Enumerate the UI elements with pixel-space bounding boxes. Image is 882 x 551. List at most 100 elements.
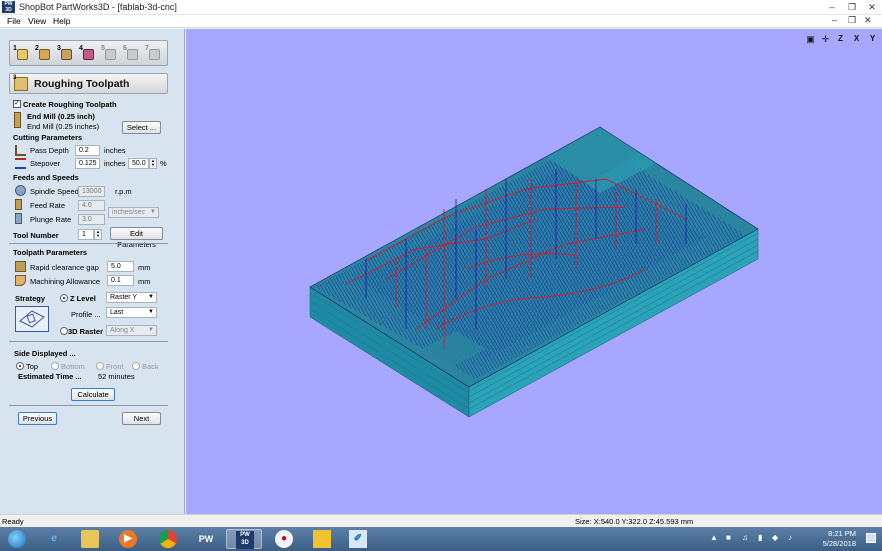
feed-rate-field[interactable]: 4.0 [78,200,105,211]
machining-allowance-field[interactable]: 0.1 [107,275,134,286]
tray-network-icon[interactable]: ▲ [710,533,718,542]
taskbar-explorer[interactable] [72,529,108,549]
paint-brush-icon: ✐ [349,530,367,548]
strategy-preview-icon [15,306,49,332]
stepover-spinner[interactable]: ▲ ▼ [149,158,157,169]
view-x-icon[interactable]: X [851,33,862,45]
menu-help[interactable]: Help [53,16,70,26]
view-iso-icon[interactable]: ✛ [820,33,831,45]
percent-sign: % [160,159,167,168]
rate-unit-select[interactable]: inches/sec ▼ [108,207,159,218]
doc-minimize-icon[interactable]: – [832,15,837,25]
toolpath-panel: 1 2 3 4 5 6 7 3 Roughing Toolpath ✓ Crea… [0,29,185,514]
section-heading: 3 Roughing Toolpath [9,73,168,94]
taskbar-paint-brush[interactable]: ✐ [340,529,376,549]
divider [9,405,168,406]
side-front-label: Front [106,362,124,371]
view-z-icon[interactable]: Z [835,33,846,45]
side-top-radio[interactable] [16,362,24,370]
side-front-radio[interactable] [96,362,104,370]
spindle-icon [15,185,26,196]
zoom-fit-icon[interactable]: ▣ [805,33,816,45]
divider [9,243,168,244]
tool-number-field[interactable]: 1 [78,229,94,240]
rapid-clearance-field[interactable]: 5.0 [107,261,134,272]
minimize-icon[interactable]: – [826,0,838,15]
taskbar-media-player[interactable]: ▶ [110,529,146,549]
create-roughing-checkbox[interactable]: ✓ [13,100,21,108]
tool-name: End Mill (0.25 inch) [27,112,95,121]
stepover-field[interactable]: 0.125 [75,158,100,169]
plunge-rate-label: Plunge Rate [30,215,72,224]
profile-select[interactable]: Last ▼ [106,307,157,318]
tray-volume-icon[interactable]: ♫ [742,533,748,542]
step-3-icon[interactable]: 3 [57,45,74,62]
zlevel-radio[interactable] [60,294,68,302]
chrome-icon [159,530,177,548]
start-button[interactable] [2,529,32,549]
edit-parameters-button[interactable]: Edit Parameters [110,227,163,249]
menu-view[interactable]: View [28,16,46,26]
tray-shield-icon[interactable]: ■ [726,533,731,542]
3d-raster-radio[interactable] [60,327,68,335]
spindle-speed-field[interactable]: 13000 [78,186,105,197]
rapid-clearance-unit: mm [138,263,151,272]
machining-allowance-label: Machining Allowance [30,277,101,286]
end-mill-icon [14,112,21,128]
estimated-time-value: 52 minutes [98,372,135,381]
notification-icon[interactable] [866,533,876,543]
menu-file[interactable]: File [7,16,21,26]
stepover-unit: inches [104,159,126,168]
start-icon [8,530,26,548]
taskbar-pw3d[interactable]: PW 3D [226,529,262,549]
pass-depth-unit: inches [104,146,126,155]
taskbar-shopbot[interactable] [304,529,340,549]
feeds-speeds-heading: Feeds and Speeds [13,173,79,182]
taskbar-pw[interactable]: PW [188,529,224,549]
step-5-icon[interactable]: 5 [101,45,118,62]
pass-depth-label: Pass Depth [30,146,69,155]
step-2-icon[interactable]: 2 [35,45,52,62]
view-y-icon[interactable]: Y [867,33,878,45]
step-4-icon[interactable]: 4 [79,45,96,62]
taskbar-ie[interactable]: e [36,529,72,549]
close-icon[interactable]: ✕ [866,0,878,15]
machining-allowance-unit: mm [138,277,151,286]
calculate-button[interactable]: Calculate [71,388,115,401]
next-button[interactable]: Next [122,412,161,425]
pass-depth-field[interactable]: 0.2 [75,145,100,156]
previous-button[interactable]: Previous [18,412,57,425]
taskbar-clock[interactable]: 8:21 PM 5/28/2018 [823,529,856,549]
doc-restore-icon[interactable]: ❐ [848,15,856,26]
spindle-speed-unit: r.p.m [115,187,132,196]
3d-viewport[interactable]: ▣ ✛ Z X Y [186,29,882,514]
stepover-percent-field[interactable]: 50.0 [128,158,149,169]
machining-allowance-icon [15,275,26,286]
tray-signal-icon[interactable]: ▮ [758,533,762,542]
step-1-icon[interactable]: 1 [13,45,30,62]
status-bar: Ready Size: X:540.0 Y:322.0 Z:45.593 mm [0,514,882,527]
side-bottom-label: Bottom [61,362,85,371]
raster-select[interactable]: Along X ▼ [106,325,157,336]
shopbot-icon [313,530,331,548]
tray-volume-level-icon[interactable]: ♪ [788,533,792,542]
taskbar-paint[interactable]: ● [266,529,302,549]
taskbar-chrome[interactable] [150,529,186,549]
side-bottom-radio[interactable] [51,362,59,370]
side-back-radio[interactable] [132,362,140,370]
tray-app-icon[interactable]: ◆ [772,533,778,542]
step-7-icon[interactable]: 7 [145,45,162,62]
step-6-icon[interactable]: 6 [123,45,140,62]
divider [9,341,168,342]
tool-number-label: Tool Number [13,231,59,240]
model-size-readout: Size: X:540.0 Y:322.0 Z:45.593 mm [575,517,694,526]
zlevel-select[interactable]: Raster Y ▼ [106,292,157,303]
tool-number-spinner[interactable]: ▲ ▼ [94,229,102,240]
select-tool-button[interactable]: Select ... [122,121,161,134]
plunge-rate-field[interactable]: 3.0 [78,214,105,225]
doc-close-icon[interactable]: ✕ [864,15,872,26]
maximize-icon[interactable]: ❐ [846,0,858,15]
stepover-icon [15,158,26,169]
pass-depth-icon [15,145,26,156]
strategy-label: Strategy [15,294,46,303]
